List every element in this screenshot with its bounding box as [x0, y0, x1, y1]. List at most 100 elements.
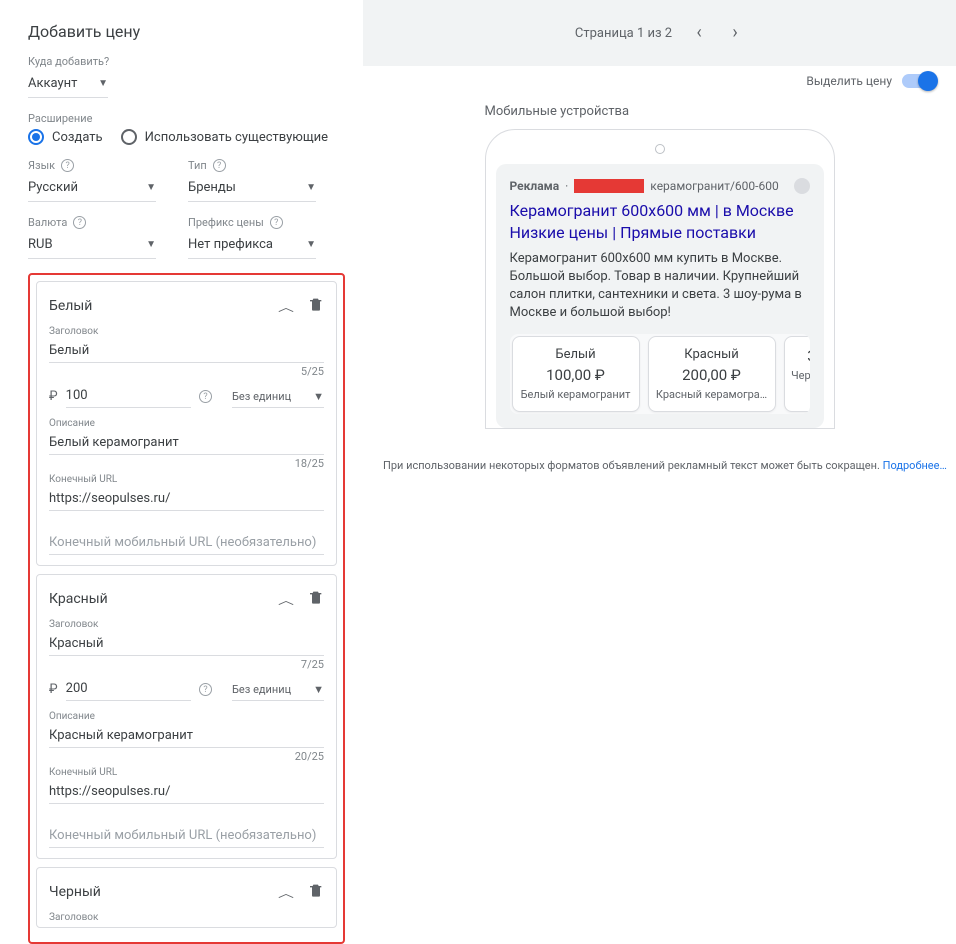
display-path: керамогранит/600-600 — [650, 179, 778, 193]
help-icon[interactable]: ? — [270, 216, 283, 229]
collapse-icon[interactable]: ︿ — [278, 884, 294, 901]
redacted-domain — [574, 179, 644, 193]
title-counter: 7/25 — [49, 658, 324, 671]
price-input[interactable] — [66, 384, 191, 408]
mobile-url-input[interactable] — [49, 824, 324, 848]
price-extension-strip: Белый 100,00 ₽ Белый керамогранит Красны… — [510, 334, 810, 414]
page-title: Добавить цену — [28, 22, 345, 41]
caret-down-icon: ▼ — [306, 182, 316, 193]
price-card[interactable]: Красный 200,00 ₽ Красный керамогра… — [648, 336, 776, 412]
price-card-desc: Красный керамогра… — [655, 388, 769, 401]
pager-label: Страница 1 из 2 — [575, 26, 672, 41]
prev-page-button[interactable]: ‹ — [690, 24, 708, 42]
price-card[interactable]: Белый 100,00 ₽ Белый керамогранит — [512, 336, 640, 412]
caret-down-icon: ▼ — [306, 239, 316, 250]
preview-panel: Страница 1 из 2 ‹ › Выделить цену Мобиль… — [363, 0, 956, 881]
help-icon[interactable]: ? — [199, 390, 212, 403]
price-card-amount: 100,00 ₽ — [519, 366, 633, 384]
learn-more-link[interactable]: Подробнее… — [883, 459, 947, 472]
create-radio-label: Создать — [52, 130, 103, 145]
title-input[interactable] — [49, 632, 324, 656]
price-item-card: Красный ︿ Заголовок 7/25 ₽ ? — [36, 574, 337, 859]
form-panel: Добавить цену Куда добавить? Аккаунт ▼ Р… — [0, 0, 363, 881]
next-page-button[interactable]: › — [726, 24, 744, 42]
collapse-icon[interactable]: ︿ — [278, 591, 294, 608]
price-card-title: Красный — [655, 347, 769, 362]
caret-down-icon: ▼ — [146, 239, 156, 250]
description-input[interactable] — [49, 431, 324, 455]
highlight-price-switch[interactable] — [902, 74, 936, 88]
help-icon[interactable]: ? — [199, 683, 212, 696]
currency-label: Валюта? — [28, 216, 156, 229]
unit-select[interactable]: Без единиц ▼ — [232, 683, 324, 701]
description-input[interactable] — [49, 724, 324, 748]
language-select-value: Русский — [28, 180, 78, 195]
help-icon[interactable]: ? — [73, 216, 86, 229]
radio-unchecked-icon — [121, 129, 137, 145]
mobile-url-input[interactable] — [49, 531, 324, 555]
currency-select[interactable]: RUB ▼ — [28, 231, 156, 259]
more-info-icon[interactable] — [794, 178, 810, 194]
highlight-price-label: Выделить цену — [806, 74, 892, 88]
preview-footnote: При использовании некоторых форматов объ… — [363, 459, 956, 472]
caret-down-icon: ▼ — [313, 390, 324, 403]
desc-counter: 20/25 — [49, 750, 324, 763]
desc-field-label: Описание — [49, 418, 324, 429]
help-icon[interactable]: ? — [213, 159, 226, 172]
caret-down-icon: ▼ — [146, 182, 156, 193]
final-url-input[interactable] — [49, 487, 324, 511]
price-card-title: Черный — [791, 369, 810, 382]
price-prefix-select[interactable]: Нет префикса ▼ — [188, 231, 316, 259]
separator-dot-icon — [565, 179, 568, 193]
caret-down-icon: ▼ — [98, 78, 108, 89]
title-field-label: Заголовок — [49, 619, 324, 630]
unit-select[interactable]: Без единиц ▼ — [232, 390, 324, 408]
help-icon[interactable]: ? — [61, 159, 74, 172]
final-url-input[interactable] — [49, 780, 324, 804]
price-items-highlight: Белый ︿ Заголовок 5/25 ₽ ? — [28, 273, 345, 944]
desc-counter: 18/25 — [49, 457, 324, 470]
price-card-desc: Белый керамогранит — [519, 388, 633, 401]
ruble-icon: ₽ — [49, 389, 58, 404]
desc-field-label: Описание — [49, 711, 324, 722]
unit-select-value: Без единиц — [232, 683, 291, 696]
preview-pager: Страница 1 из 2 ‹ › — [363, 0, 956, 66]
delete-button[interactable] — [308, 296, 324, 316]
final-url-label: Конечный URL — [49, 767, 324, 778]
ad-preview-card: Реклама керамогранит/600-600 Керамограни… — [496, 164, 824, 428]
delete-button[interactable] — [308, 882, 324, 902]
use-existing-radio[interactable]: Использовать существующие — [121, 129, 328, 145]
title-input[interactable] — [49, 339, 324, 363]
title-field-label: Заголовок — [49, 326, 324, 337]
language-select[interactable]: Русский ▼ — [28, 174, 156, 202]
price-card-amount: 3 — [791, 347, 810, 365]
extension-label: Расширение — [28, 112, 345, 125]
ad-description: Керамогранит 600х600 мм купить в Москве.… — [510, 250, 810, 322]
create-radio[interactable]: Создать — [28, 129, 103, 145]
price-prefix-select-value: Нет префикса — [188, 237, 273, 252]
account-select[interactable]: Аккаунт ▼ — [28, 70, 108, 98]
radio-checked-icon — [28, 129, 44, 145]
account-select-value: Аккаунт — [28, 76, 77, 91]
delete-button[interactable] — [308, 589, 324, 609]
price-item-name: Красный — [49, 591, 108, 607]
type-label: Тип? — [188, 159, 316, 172]
price-item-card: Черный ︿ Заголовок — [36, 867, 337, 928]
caret-down-icon: ▼ — [313, 683, 324, 696]
ad-badge: Реклама — [510, 179, 560, 193]
ad-headline: Керамогранит 600х600 мм | в Москве Низки… — [510, 200, 810, 244]
type-select-value: Бренды — [188, 180, 236, 195]
type-select[interactable]: Бренды ▼ — [188, 174, 316, 202]
ruble-icon: ₽ — [49, 682, 58, 697]
price-prefix-label: Префикс цены? — [188, 216, 316, 229]
price-item-name: Черный — [49, 884, 101, 900]
final-url-label: Конечный URL — [49, 474, 324, 485]
price-input[interactable] — [66, 677, 191, 701]
collapse-icon[interactable]: ︿ — [278, 298, 294, 315]
use-existing-radio-label: Использовать существующие — [145, 130, 328, 145]
currency-select-value: RUB — [28, 237, 53, 252]
price-card[interactable]: 3 Черный — [784, 336, 810, 412]
price-card-amount: 200,00 ₽ — [655, 366, 769, 384]
device-frame: Реклама керамогранит/600-600 Керамограни… — [485, 129, 835, 429]
add-to-label: Куда добавить? — [28, 55, 345, 68]
